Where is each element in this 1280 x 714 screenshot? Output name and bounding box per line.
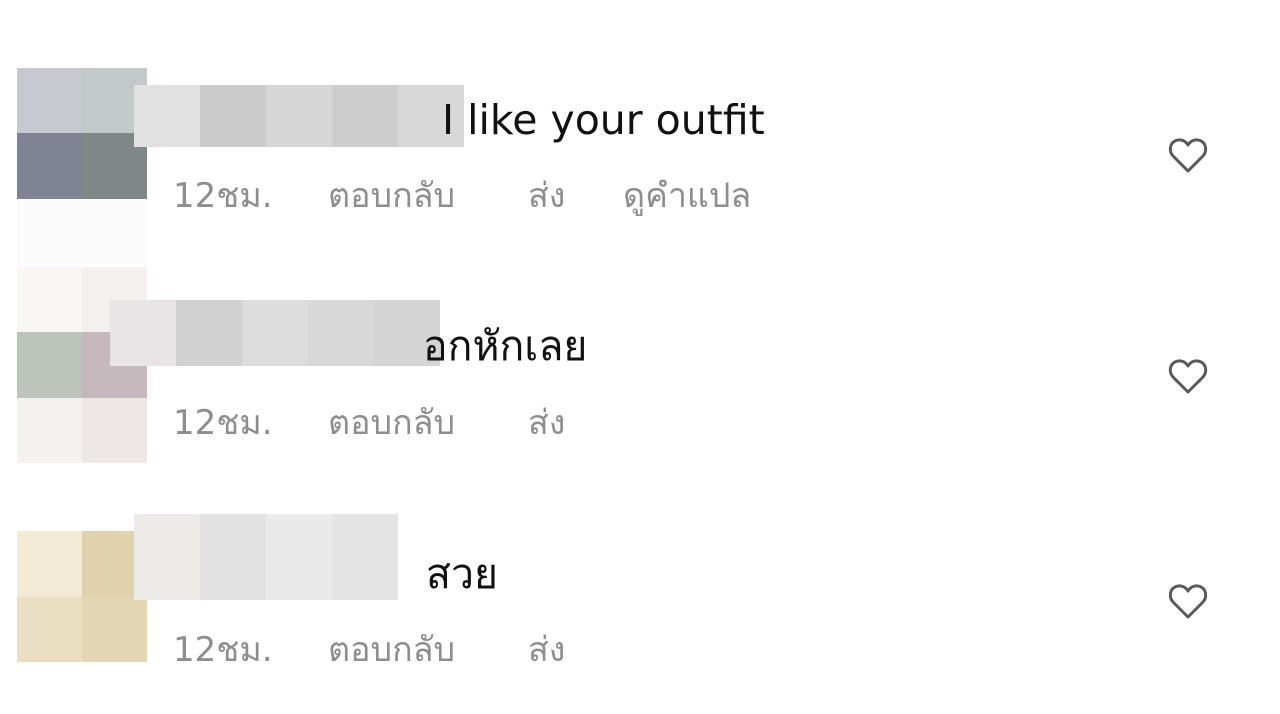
username-pixel [134,514,200,600]
comment-text: สวย [426,550,499,598]
avatar[interactable] [17,466,147,662]
like-button[interactable] [1167,357,1209,395]
like-button[interactable] [1167,582,1209,620]
comment-time: 12ชม. [173,630,273,670]
reply-button[interactable]: ตอบกลับ [328,176,455,216]
username-pixel [242,300,308,366]
like-button[interactable] [1167,136,1209,174]
username-pixel [200,85,266,147]
avatar-pixel [17,199,82,264]
send-button[interactable]: ส่ง [528,630,565,670]
avatar-pixel [17,332,82,398]
avatar-pixel [17,267,82,332]
username-pixel [332,514,398,600]
heart-outline-icon [1168,584,1208,619]
comment-time: 12ชม. [173,403,273,443]
username-blurred[interactable] [134,514,464,600]
avatar-pixel [17,398,82,463]
comment-time: 12ชม. [173,176,273,216]
username-blurred[interactable] [134,85,464,147]
send-button[interactable]: ส่ง [528,176,565,216]
comment-text: อกหักเลย [423,322,588,370]
username-pixel [332,85,398,147]
comment-text: I like your outfit [442,96,765,144]
avatar-pixel [17,466,82,531]
heart-outline-icon [1168,359,1208,394]
avatar-pixel [82,597,147,662]
username-pixel [200,514,266,600]
avatar[interactable] [17,68,147,264]
reply-button[interactable]: ตอบกลับ [328,403,455,443]
avatar-pixel [82,199,147,264]
username-pixel [308,300,374,366]
reply-button[interactable]: ตอบกลับ [328,630,455,670]
avatar-pixel [17,531,82,597]
username-pixel [134,85,200,147]
heart-outline-icon [1168,138,1208,173]
avatar-pixel [17,133,82,199]
username-pixel [110,300,176,366]
username-pixel [266,514,332,600]
send-button[interactable]: ส่ง [528,403,565,443]
translate-button[interactable]: ดูคำแปล [623,176,751,216]
username-pixel [176,300,242,366]
avatar-pixel [17,68,82,133]
avatar-pixel [17,597,82,662]
username-blurred[interactable] [110,300,440,366]
username-pixel [266,85,332,147]
avatar-pixel [82,398,147,463]
